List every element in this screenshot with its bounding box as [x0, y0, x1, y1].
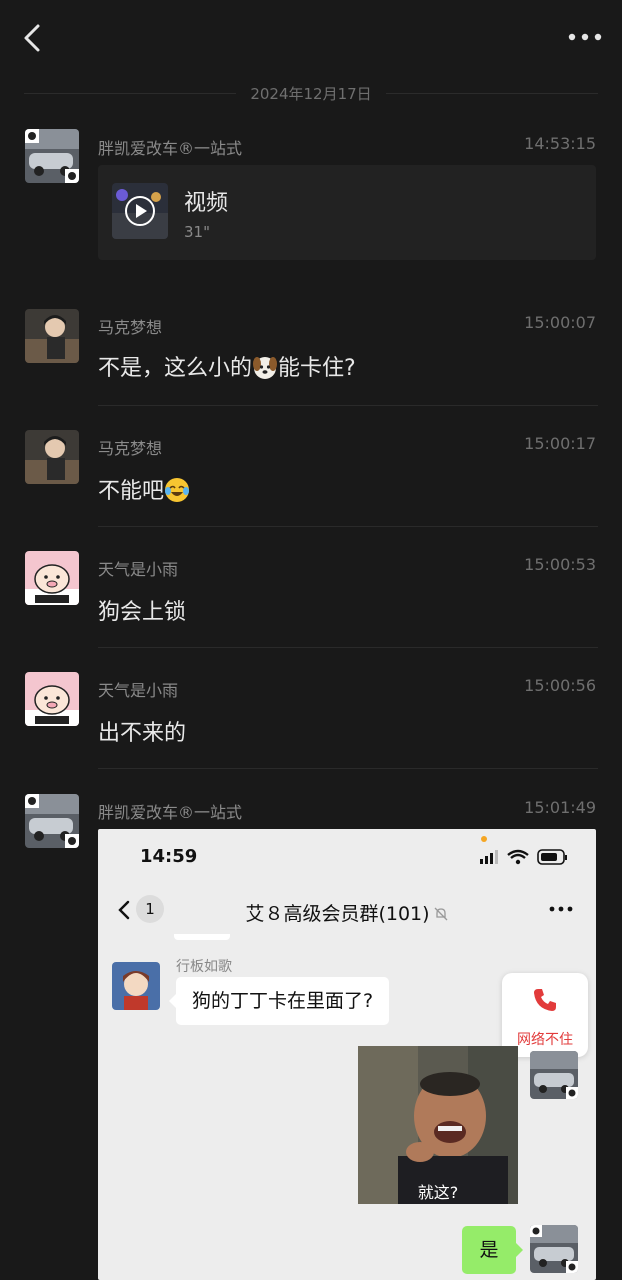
- inner-chat-title: 艾８高级会员群(101): [98, 899, 596, 926]
- sender-name: 马克梦想: [98, 318, 163, 337]
- call-status-card: 网络不住: [502, 973, 588, 1057]
- meme-image: 就这?: [358, 1046, 518, 1204]
- message-time: 15:00:56: [524, 676, 596, 695]
- message-text: 不是，这么小的 能卡住?: [98, 350, 356, 382]
- inner-chat-header: 1 艾８高级会员群(101): [98, 889, 596, 933]
- message-time: 15:00:17: [524, 434, 596, 453]
- video-thumbnail: [112, 183, 168, 239]
- status-icons: [480, 849, 567, 865]
- video-card[interactable]: 视频 31": [98, 165, 596, 260]
- avatar: [530, 1225, 578, 1273]
- status-time: 14:59: [140, 846, 198, 867]
- more-dots-icon: [549, 906, 573, 912]
- sender-name: 马克梦想: [98, 439, 163, 458]
- message-time: 15:01:49: [524, 798, 596, 817]
- divider-line: [386, 93, 598, 94]
- meme-caption: 就这?: [417, 1183, 459, 1202]
- message-separator: [98, 526, 598, 527]
- avatar[interactable]: [25, 309, 79, 363]
- laughing-crying-icon: [165, 478, 190, 502]
- sender-name: 天气是小雨: [98, 681, 179, 700]
- message-text-part: 能卡住?: [278, 356, 356, 381]
- avatar[interactable]: [25, 672, 79, 726]
- message-time: 15:00:07: [524, 313, 596, 332]
- sender-name: 天气是小雨: [98, 560, 179, 579]
- dog-face-icon: [253, 357, 278, 379]
- message-separator: [98, 647, 598, 648]
- sender-name: 胖凯爱改车®一站式: [98, 139, 243, 158]
- avatar[interactable]: [25, 794, 79, 848]
- avatar[interactable]: [25, 430, 79, 484]
- message-separator: [98, 405, 598, 406]
- video-title: 视频: [184, 191, 229, 216]
- mute-bell-icon: [434, 907, 448, 921]
- reply-bubble: 是: [462, 1226, 523, 1274]
- message-text: 不能吧: [98, 473, 190, 505]
- partial-bubble: [174, 934, 230, 940]
- top-bar: [0, 0, 622, 75]
- avatar: [530, 1051, 578, 1099]
- date-divider: 2024年12月17日: [0, 80, 622, 106]
- chevron-left-icon[interactable]: [18, 22, 48, 54]
- avatar[interactable]: [25, 129, 79, 183]
- recording-dot-icon: [481, 836, 487, 842]
- video-duration: 31": [184, 223, 210, 241]
- avatar: [112, 962, 160, 1010]
- message-text: 狗会上锁: [98, 600, 187, 625]
- avatar[interactable]: [25, 551, 79, 605]
- message-time: 15:00:53: [524, 555, 596, 574]
- more-dots-icon[interactable]: [566, 27, 604, 47]
- message-separator: [98, 768, 598, 769]
- shared-screenshot-image[interactable]: 14:59 1 艾８高级会员群(101) 行板如歌 狗的丁丁卡在里面了? 网络不…: [98, 829, 596, 1280]
- message-text: 出不来的: [98, 721, 187, 746]
- sender-name: 胖凯爱改车®一站式: [98, 803, 243, 822]
- message-time: 14:53:15: [524, 134, 596, 153]
- message-text-part: 不能吧: [98, 479, 165, 504]
- inner-chat-title-text: 艾８高级会员群(101): [245, 903, 430, 925]
- inner-sender-name: 行板如歌: [176, 959, 232, 975]
- message-text-part: 不是，这么小的: [98, 356, 253, 381]
- inner-message-bubble: 狗的丁丁卡在里面了?: [168, 977, 390, 1025]
- phone-icon: [534, 989, 556, 1011]
